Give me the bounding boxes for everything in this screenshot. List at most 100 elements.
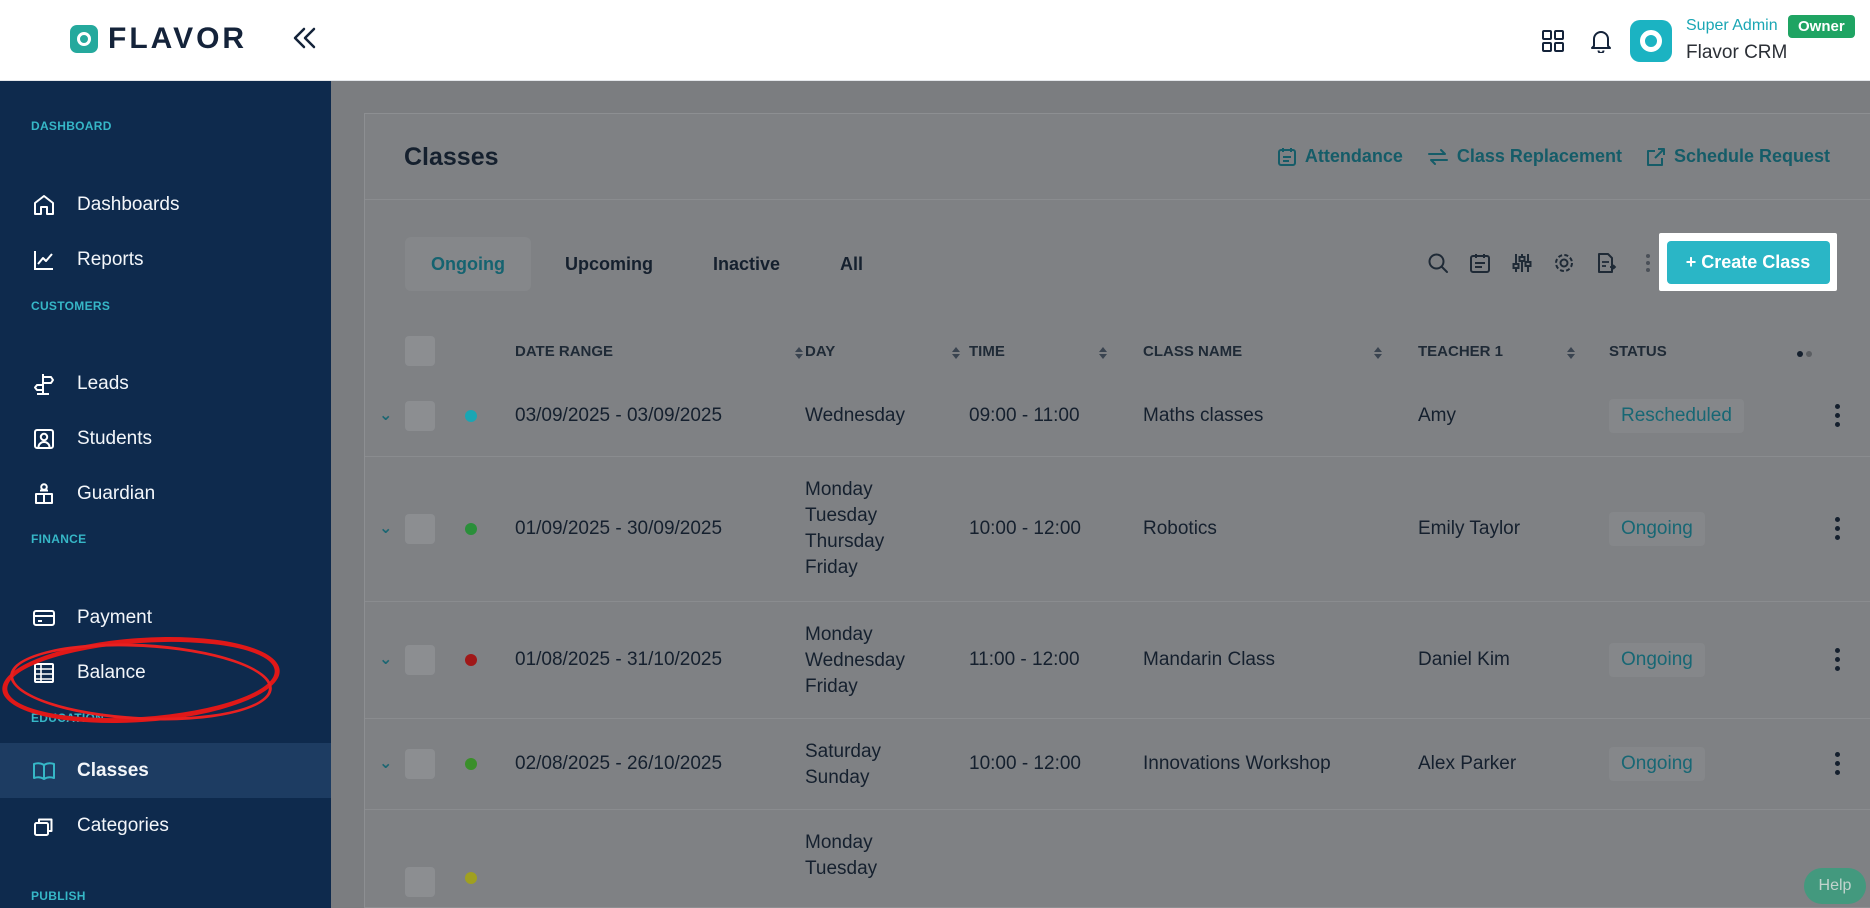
cell-time: 10:00 - 12:00: [969, 518, 1081, 539]
sidebar-item-balance[interactable]: Balance: [0, 645, 331, 700]
table-row[interactable]: Monday Tuesday: [365, 810, 1870, 908]
brand-logo[interactable]: FLAVOR: [70, 22, 247, 56]
sidebar-item-categories[interactable]: Categories: [0, 798, 331, 853]
sort-icon[interactable]: [1099, 346, 1107, 364]
line-chart-icon: [31, 247, 57, 273]
table-toolbar: [1425, 250, 1661, 276]
expand-row-icon[interactable]: ⌄: [379, 649, 392, 669]
class-replacement-link[interactable]: Class Replacement: [1427, 146, 1622, 167]
cell-date-range: 01/08/2025 - 31/10/2025: [515, 649, 723, 670]
credit-card-icon: [31, 605, 57, 631]
column-header-date-range[interactable]: DATE RANGE: [515, 343, 613, 360]
status-badge: Rescheduled: [1609, 399, 1744, 433]
sidebar-item-label: Classes: [77, 759, 149, 781]
sidebar-item-students[interactable]: Students: [0, 411, 331, 466]
column-header-class-name[interactable]: CLASS NAME: [1143, 343, 1242, 360]
sort-icon[interactable]: [795, 346, 803, 364]
select-all-checkbox[interactable]: [405, 336, 435, 366]
table-row[interactable]: ⌄ 03/09/2025 - 03/09/2025 Wednesday 09:0…: [365, 376, 1870, 457]
sidebar-item-label: Balance: [77, 661, 146, 683]
sort-icon[interactable]: [1567, 346, 1575, 364]
sidebar-item-guardian[interactable]: Guardian: [0, 466, 331, 521]
cell-time: 11:00 - 12:00: [969, 649, 1080, 670]
column-label: TEACHER 1: [1418, 343, 1504, 360]
tab-inactive[interactable]: Inactive: [687, 237, 806, 291]
expand-row-icon[interactable]: ⌄: [379, 753, 392, 773]
column-label: STATUS: [1609, 343, 1667, 360]
row-checkbox[interactable]: [405, 401, 435, 431]
row-actions-button[interactable]: [1835, 648, 1841, 671]
classes-card: Classes Attendance Class Replacement Sch…: [364, 113, 1870, 908]
cell-teacher: Amy: [1418, 405, 1456, 426]
cell-day: Wednesday: [805, 405, 905, 426]
row-actions-button[interactable]: [1835, 517, 1841, 540]
export-button[interactable]: [1593, 250, 1619, 276]
sidebar-item-payment[interactable]: Payment: [0, 590, 331, 645]
tab-ongoing[interactable]: Ongoing: [405, 237, 531, 291]
sort-icon[interactable]: [952, 346, 960, 364]
tab-upcoming[interactable]: Upcoming: [539, 237, 679, 291]
row-status-dot: [465, 523, 477, 535]
section-label-education: EDUCATION: [31, 711, 105, 725]
row-checkbox[interactable]: [405, 867, 435, 897]
row-checkbox[interactable]: [405, 749, 435, 779]
create-class-button[interactable]: + Create Class: [1666, 240, 1830, 284]
sidebar: DASHBOARD Dashboards Reports CUSTOMERS L…: [0, 81, 331, 908]
table-row[interactable]: ⌄ 02/08/2025 - 26/10/2025 Saturday Sunda…: [365, 719, 1870, 810]
table-header: DATE RANGE DAY TIME CLASS NAME TEACHER 1…: [365, 326, 1870, 376]
sort-icon[interactable]: [1374, 346, 1382, 364]
table-row[interactable]: ⌄ 01/09/2025 - 30/09/2025 Monday Tuesday…: [365, 457, 1870, 602]
sliders-icon: [1512, 254, 1532, 272]
swap-arrows-icon: [1427, 148, 1448, 165]
sidebar-item-classes[interactable]: Classes: [0, 743, 331, 798]
column-header-teacher[interactable]: TEACHER 1: [1418, 343, 1503, 360]
calendar-icon: [1470, 254, 1490, 273]
sidebar-item-dashboards[interactable]: Dashboards: [0, 177, 331, 232]
attendance-link-label: Attendance: [1304, 146, 1403, 166]
cell-time: 09:00 - 11:00: [969, 405, 1080, 426]
column-header-time[interactable]: TIME: [969, 343, 1005, 360]
cell-day: Saturday Sunday: [805, 741, 882, 788]
expand-row-icon[interactable]: ⌄: [379, 405, 392, 425]
column-header-status: STATUS: [1609, 343, 1667, 360]
column-header-day[interactable]: DAY: [805, 343, 835, 360]
filter-button[interactable]: [1509, 250, 1535, 276]
sidebar-item-label: Guardian: [77, 482, 156, 504]
sidebar-item-reports[interactable]: Reports: [0, 232, 331, 287]
row-actions-button[interactable]: [1835, 752, 1841, 775]
help-button[interactable]: Help: [1804, 868, 1866, 904]
collapse-sidebar-button[interactable]: [292, 24, 318, 54]
table-row[interactable]: ⌄ 01/08/2025 - 31/10/2025 Monday Wednesd…: [365, 602, 1870, 719]
calendar-view-button[interactable]: [1467, 250, 1493, 276]
expand-row-icon[interactable]: ⌄: [379, 518, 392, 538]
sidebar-item-label: Leads: [77, 372, 129, 394]
cell-class-name: Maths classes: [1143, 405, 1264, 426]
more-options-button[interactable]: [1635, 250, 1661, 276]
owner-badge: Owner: [1788, 15, 1855, 38]
notifications-button[interactable]: [1588, 28, 1614, 54]
search-button[interactable]: [1425, 250, 1451, 276]
cell-date-range: 01/09/2025 - 30/09/2025: [515, 518, 723, 539]
row-actions-button[interactable]: [1835, 404, 1841, 427]
column-chooser-button[interactable]: [1797, 351, 1812, 357]
sidebar-item-leads[interactable]: Leads: [0, 356, 331, 411]
schedule-request-link[interactable]: Schedule Request: [1646, 146, 1830, 167]
tab-all[interactable]: All: [814, 237, 889, 291]
apps-grid-button[interactable]: [1540, 28, 1566, 54]
attendance-link[interactable]: Attendance: [1277, 146, 1403, 167]
cell-class-name: Innovations Workshop: [1143, 753, 1331, 774]
status-badge: Ongoing: [1609, 643, 1705, 677]
sidebar-item-label: Payment: [77, 606, 152, 628]
settings-button[interactable]: [1551, 250, 1577, 276]
top-header: FLAVOR Super Admin Owner Flavor CRM: [0, 0, 1870, 81]
section-label-finance: FINANCE: [31, 532, 87, 546]
class-replacement-link-label: Class Replacement: [1456, 146, 1622, 166]
row-checkbox[interactable]: [405, 645, 435, 675]
user-avatar[interactable]: [1630, 20, 1672, 62]
cell-date-range: 03/09/2025 - 03/09/2025: [515, 405, 723, 426]
cell-teacher: Emily Taylor: [1418, 518, 1521, 539]
status-badge: Ongoing: [1609, 747, 1705, 781]
cell-teacher: Daniel Kim: [1418, 649, 1510, 670]
column-label: DAY: [805, 343, 836, 360]
row-checkbox[interactable]: [405, 514, 435, 544]
